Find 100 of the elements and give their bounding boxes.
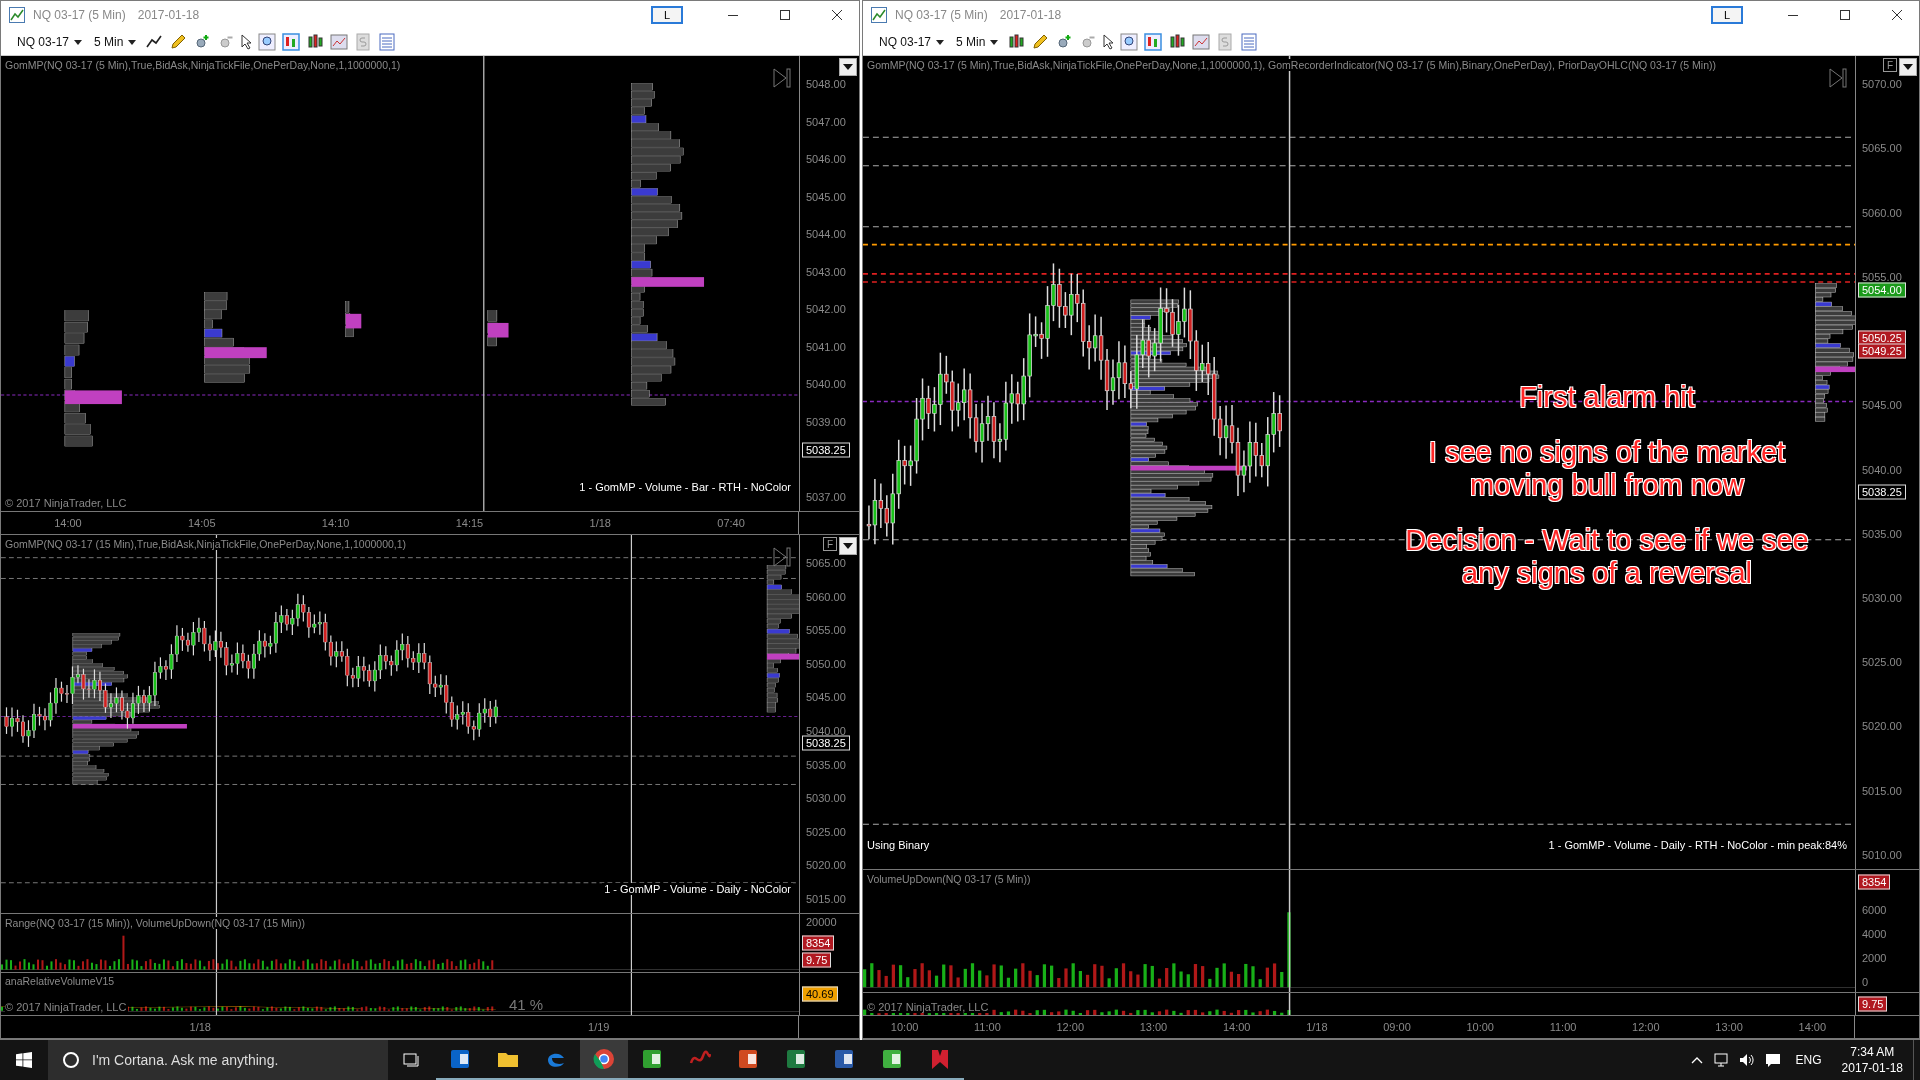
axis-label: 5010.00 xyxy=(1862,848,1902,862)
axis-label: 5037.00 xyxy=(806,490,846,504)
dropdown-button[interactable] xyxy=(839,58,857,76)
axis-label: 0 xyxy=(1862,975,1869,989)
price-marker: 8354 xyxy=(1858,874,1891,890)
axis-label: 5046.00 xyxy=(806,152,846,167)
price-marker: 8354 xyxy=(802,935,835,951)
chart-bars-icon xyxy=(1144,33,1163,51)
chart-window-button[interactable] xyxy=(1191,32,1212,52)
time-label: 1/18 xyxy=(189,1021,211,1033)
search-field[interactable]: I'm Cortana. Ask me anything. xyxy=(48,1040,388,1080)
maximize-icon xyxy=(1840,10,1850,20)
caret-icon xyxy=(1903,64,1913,70)
pencil-icon xyxy=(169,33,188,51)
time-label: 1/18 xyxy=(589,517,611,529)
network-icon xyxy=(1712,1052,1729,1068)
axis-label: 5020.00 xyxy=(806,858,846,873)
axis-label: 5044.00 xyxy=(806,227,846,242)
time-label: 14:15 xyxy=(455,517,484,529)
notification-icon xyxy=(1764,1052,1781,1068)
axis-label: 5045.00 xyxy=(1862,398,1902,413)
time-label: 10:00 xyxy=(890,1021,919,1033)
axis-label: 5045.00 xyxy=(806,189,846,204)
legend-text: 1 - GomMP - Volume - Daily - RTH - NoColor - min peak:84% xyxy=(1546,839,1849,851)
volume-icon xyxy=(1738,1052,1755,1068)
time-label: 14:00 xyxy=(1798,1021,1827,1033)
axis-label: 5025.00 xyxy=(806,824,846,839)
dropdown-button[interactable] xyxy=(839,537,857,555)
search-icon xyxy=(258,33,277,51)
pointer-button[interactable] xyxy=(1102,33,1116,51)
axis-label: 5045.00 xyxy=(806,690,846,705)
scroll-end-icon[interactable] xyxy=(773,547,791,567)
indicator-label: GomMP(NQ 03-17 (15 Min),True,BidAsk,NinjaTickFile,OnePerDay,None,1,1000000,1) xyxy=(5,538,407,550)
axis-label: 5035.00 xyxy=(806,757,846,772)
caret-icon xyxy=(843,543,853,549)
indicator-label: Range(NQ 03-17 (15 Min)), VolumeUpDown(NQ 03-17 (15 Min)) xyxy=(5,917,305,929)
pencil-icon xyxy=(1031,33,1050,51)
axis-label: 5015.00 xyxy=(1862,783,1902,798)
axis-label: 5048.00 xyxy=(806,77,846,91)
interval-dropdown[interactable]: 5 Min xyxy=(90,35,141,49)
window-date: 2017-01-18 xyxy=(999,8,1062,22)
axis-label: 5042.00 xyxy=(806,302,846,317)
instrument-dropdown[interactable]: NQ 03-17 xyxy=(13,35,87,49)
language-indicator[interactable]: ENG xyxy=(1785,1053,1832,1067)
scroll-end-icon[interactable] xyxy=(773,68,791,88)
f-button[interactable]: F xyxy=(823,537,837,551)
axis-label: 5060.00 xyxy=(806,589,846,604)
copyright-text: © 2017 NinjaTrader, LLC xyxy=(5,497,129,509)
chart-window-button[interactable] xyxy=(329,32,350,52)
axis-label: 5039.00 xyxy=(806,414,846,429)
window-date: 2017-01-18 xyxy=(137,8,200,22)
search-button[interactable] xyxy=(257,32,278,52)
pointer-icon xyxy=(241,34,253,50)
chart-window-icon xyxy=(1192,33,1211,51)
axis-label: 4000 xyxy=(1862,927,1887,941)
time-label: 11:00 xyxy=(1549,1021,1577,1033)
candles-icon xyxy=(1168,33,1187,51)
chevron-up-icon xyxy=(1690,1055,1703,1065)
axis-label: 5065.00 xyxy=(1862,141,1902,156)
chart-bars-button[interactable] xyxy=(281,32,302,52)
pointer-button[interactable] xyxy=(240,33,254,51)
time-label: 07:40 xyxy=(717,517,745,529)
f-button[interactable]: F xyxy=(1883,58,1897,72)
layout-button[interactable]: L xyxy=(651,6,683,24)
indicator-label: GomMP(NQ 03-17 (5 Min),True,BidAsk,NinjaTickFile,OnePerDay,None,1,1000000,1), GomRecorderIndicator(NQ 03-17 (5 Min),Binary,OnePerDay), PriorDayOHLC(NQ 03-17 (5 Min)) xyxy=(867,59,1717,71)
time-label: 12:00 xyxy=(1632,1021,1660,1033)
time-label: 12:00 xyxy=(1056,1021,1084,1033)
percent-label: 41 % xyxy=(509,996,544,1013)
interval-dropdown[interactable]: 5 Min xyxy=(952,35,1003,49)
data-box-icon xyxy=(378,33,397,51)
indicator-label: VolumeUpDown(NQ 03-17 (5 Min)) xyxy=(867,873,1031,885)
axis-label: 5070.00 xyxy=(1862,77,1902,91)
axis-label: 6000 xyxy=(1862,903,1887,917)
axis-label: 20000 xyxy=(806,915,837,929)
time-label: 09:00 xyxy=(1383,1021,1411,1033)
time-label: 14:00 xyxy=(54,517,82,529)
axis-label: 5055.00 xyxy=(806,623,846,638)
copyright-text: © 2017 NinjaTrader, LLC xyxy=(867,1001,991,1013)
window-title: NQ 03-17 (5 Min) xyxy=(33,8,126,22)
axis-label: 5020.00 xyxy=(1862,719,1902,734)
search-button[interactable] xyxy=(1119,32,1140,52)
instrument-dropdown[interactable]: NQ 03-17 xyxy=(875,35,949,49)
window-title: NQ 03-17 (5 Min) xyxy=(895,8,988,22)
dropdown-button[interactable] xyxy=(1899,58,1917,76)
scroll-end-icon[interactable] xyxy=(1829,68,1847,88)
annotation-text: I see no signs of the market moving bull from now xyxy=(1427,436,1787,503)
axis-label: 5055.00 xyxy=(1862,269,1902,284)
indicator-label: GomMP(NQ 03-17 (5 Min),True,BidAsk,NinjaTickFile,OnePerDay,None,1,1000000,1) xyxy=(5,59,401,71)
chart-bars-icon xyxy=(282,33,301,51)
windows-logo-icon xyxy=(16,1052,32,1068)
layout-button[interactable]: L xyxy=(1711,6,1743,24)
indicator-label: anaRelativeVolumeV15 xyxy=(5,975,115,987)
price-marker: 5038.25 xyxy=(802,442,850,458)
chart-bars-button[interactable] xyxy=(1143,32,1164,52)
copyright-text: © 2017 NinjaTrader, LLC xyxy=(5,1001,129,1013)
price-marker: 5050.25 xyxy=(1858,330,1906,346)
time-label: 13:00 xyxy=(1139,1021,1168,1033)
ribbon-icon xyxy=(929,1048,951,1070)
axis-label: 5050.00 xyxy=(806,656,846,671)
time-label: 14:00 xyxy=(1222,1021,1251,1033)
